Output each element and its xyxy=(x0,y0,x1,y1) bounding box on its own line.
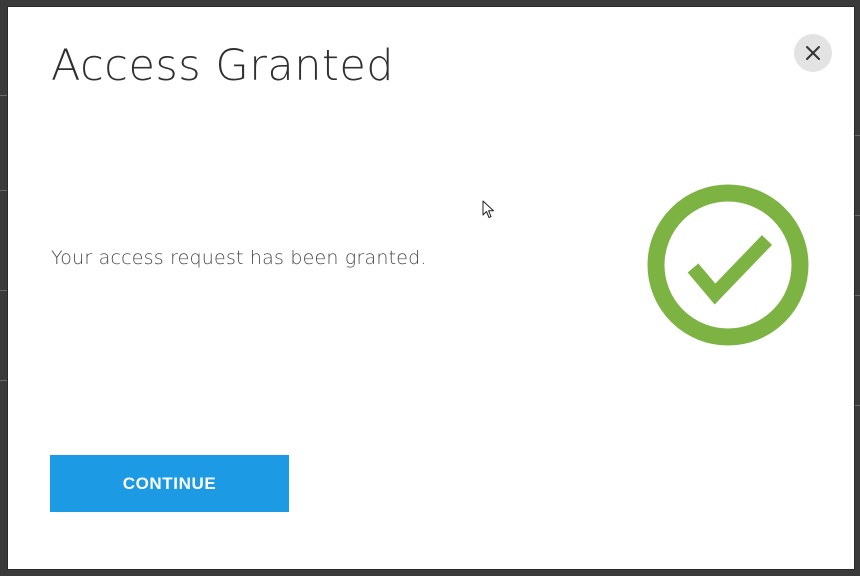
backdrop-detail xyxy=(0,290,8,291)
dialog-message: Your access request has been granted. xyxy=(51,247,427,269)
backdrop-detail xyxy=(0,190,8,191)
dialog-title: Access Granted xyxy=(51,41,395,91)
backdrop-detail xyxy=(0,95,8,96)
access-granted-dialog: Access Granted Your access request has b… xyxy=(8,7,854,569)
continue-button[interactable]: CONTINUE xyxy=(50,455,289,512)
check-circle-icon xyxy=(645,182,811,348)
close-icon xyxy=(805,45,821,61)
close-button[interactable] xyxy=(794,34,832,72)
backdrop-detail xyxy=(0,380,8,381)
